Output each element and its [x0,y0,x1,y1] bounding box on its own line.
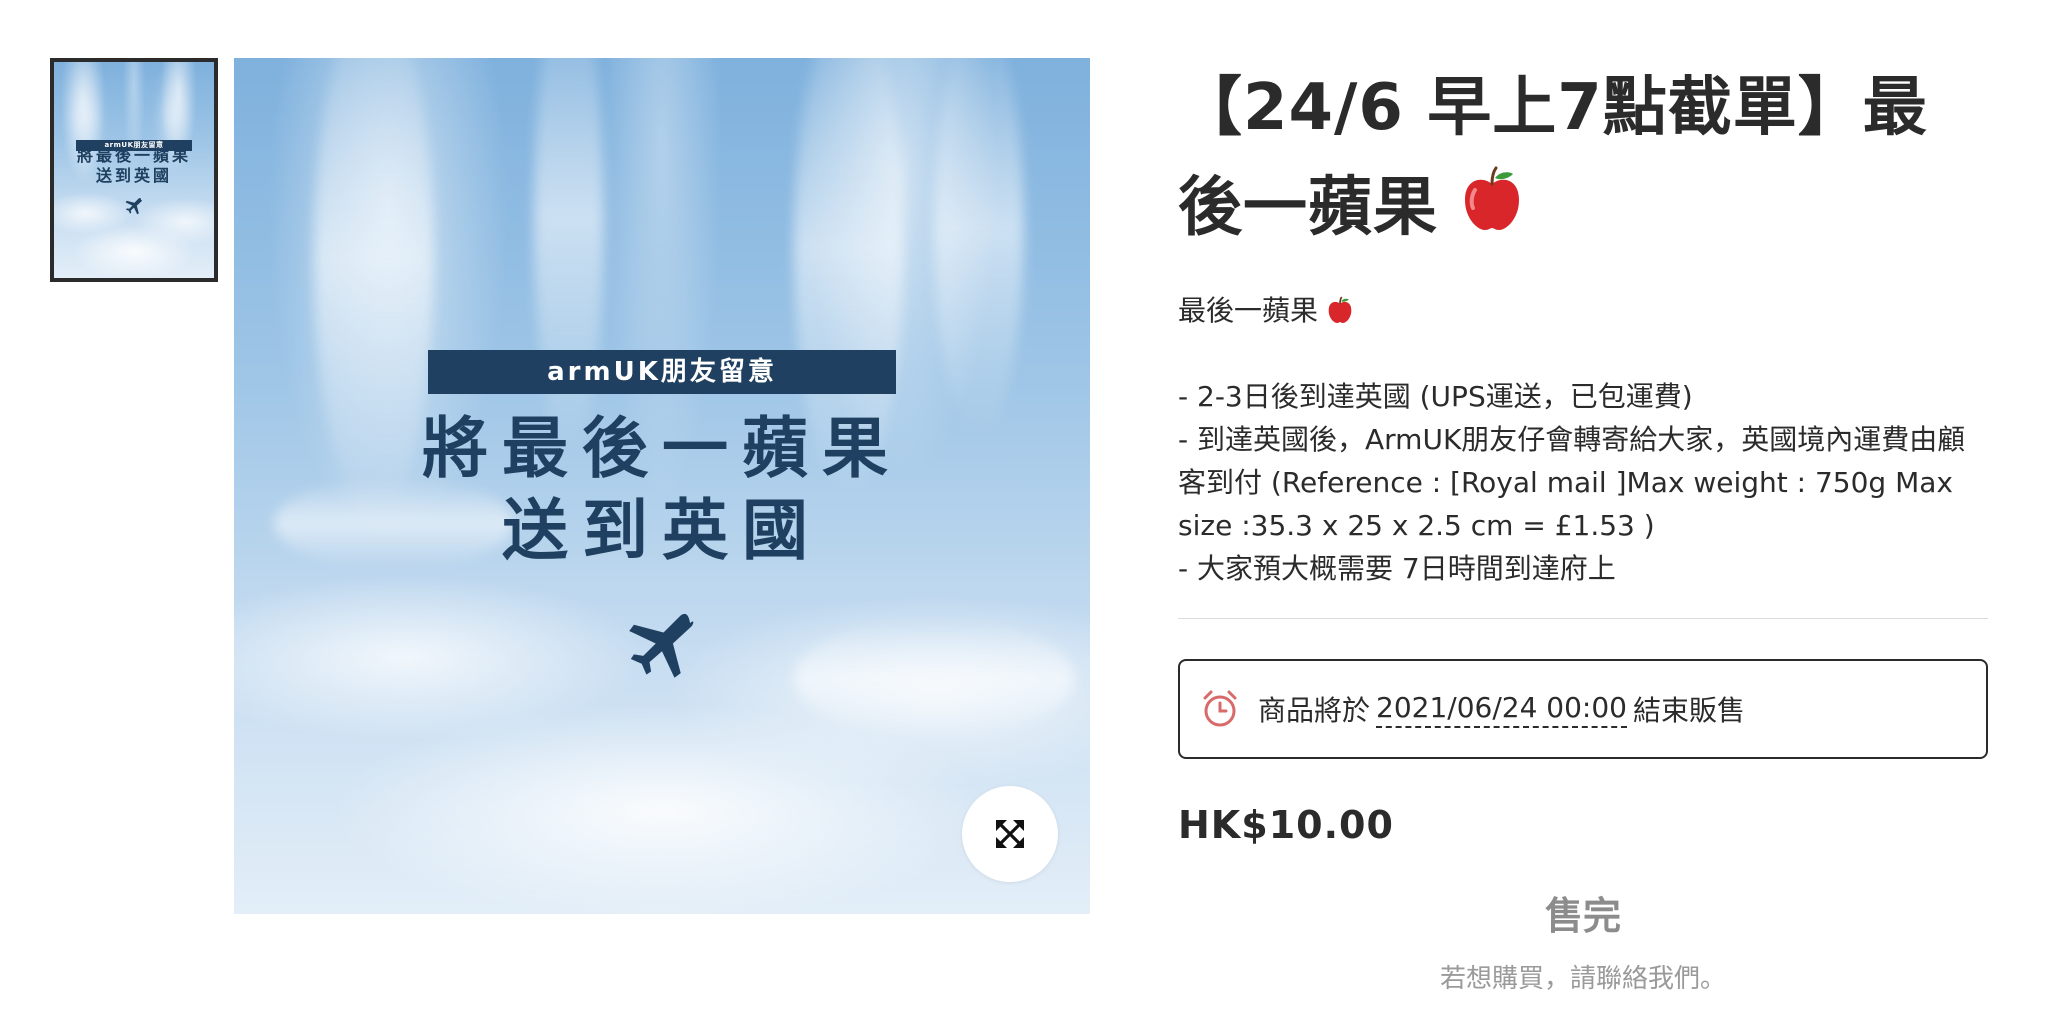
description-intro: 最後一蘋果 [1178,289,1988,332]
description-line: - 大家預大概需要 7日時間到達府上 [1178,552,1616,586]
product-main-image[interactable]: armUK朋友留意 將最後一蘋果 送到英國 [234,58,1090,914]
apple-icon [1461,161,1523,261]
image-headline-1: 將最後一蘋果 [422,410,902,487]
apple-icon [1328,296,1352,324]
product-info: 【24/6 早上7點截單】最 後一蘋果 最後一蘋果 - 2-3日後到達英國 (U… [1178,58,1988,995]
description-line: size :35.3 x 25 x 2.5 cm = £1.53 ) [1178,509,1655,543]
sale-end-date[interactable]: 2021/06/24 00:00 [1376,691,1627,728]
thumbnail-headline-1: 將最後一蘋果 [76,146,191,165]
description-line: - 到達英國後，ArmUK朋友仔會轉寄給大家，英國境內運費由顧 [1178,423,1966,457]
product-title-line-1: 【24/6 早上7點截單】最 [1178,71,1928,145]
divider [1178,618,1988,620]
sale-end-notice: 商品將於 2021/06/24 00:00 結束販售 [1178,659,1988,760]
description-line: 客到付 (Reference : [Royal mail ]Max weight… [1178,466,1953,500]
thumbnail-image: armUK朋友留意 將最後一蘋果 送到英國 [54,62,214,278]
expand-arrows-icon [996,820,1024,848]
alarm-clock-icon [1203,690,1237,727]
sale-end-prefix: 商品將於 [1258,694,1371,728]
description-line: - 2-3日後到達英國 (UPS運送，已包運費) [1178,380,1693,414]
image-banner: armUK朋友留意 [428,350,896,394]
product-description: 最後一蘋果 - 2-3日後到達英國 (UPS運送，已包運費) - 到達英國後，A… [1178,289,1988,590]
thumbnail-headline-2: 送到英國 [95,166,172,185]
sold-out-status: 售完 [1544,894,1621,939]
product-price: HK$10.00 [1178,803,1394,848]
airplane-icon [125,198,143,215]
main-image-sky: armUK朋友留意 將最後一蘋果 送到英國 [234,58,1090,914]
product-thumbnail[interactable]: armUK朋友留意 將最後一蘋果 送到英國 [50,58,218,282]
image-headline-2: 送到英國 [502,492,822,569]
sale-end-suffix: 結束販售 [1633,694,1746,728]
zoom-button[interactable] [962,786,1058,882]
contact-note: 若想購買，請聯絡我們。 [1439,964,1726,995]
product-title: 【24/6 早上7點截單】最 後一蘋果 [1178,58,1988,261]
product-title-line-2: 後一蘋果 [1178,171,1438,245]
airplane-icon [629,613,694,678]
